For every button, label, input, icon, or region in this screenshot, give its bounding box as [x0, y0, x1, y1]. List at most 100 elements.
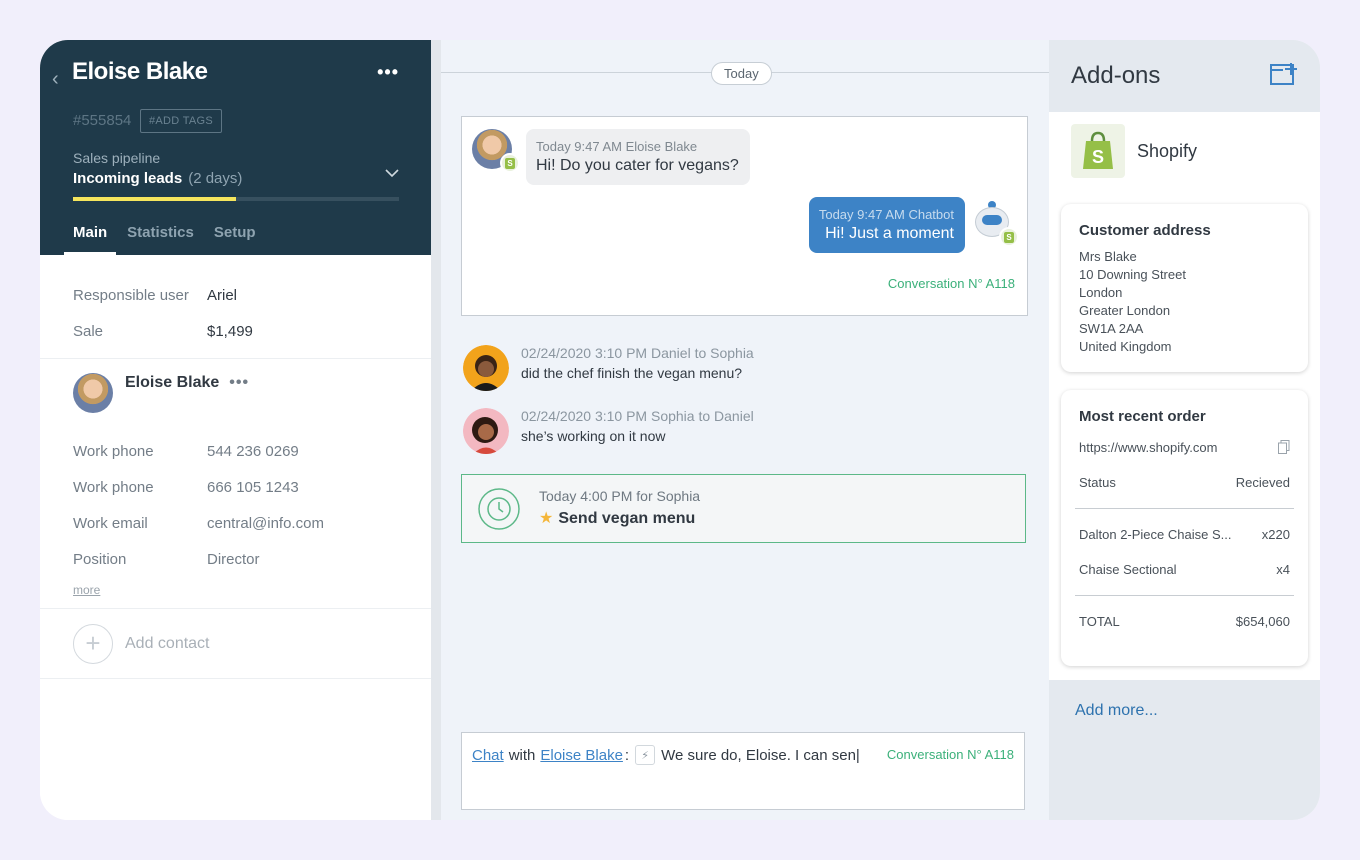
app-window: ‹ Eloise Blake ••• #555854 #ADD TAGS Sal… [40, 40, 1320, 820]
order-status-row: Status Recieved [1079, 475, 1290, 490]
shopify-header: S Shopify [1071, 124, 1197, 178]
avatar [463, 408, 509, 454]
addons-content: S Shopify Customer address Mrs Blake 10 … [1049, 112, 1320, 680]
status-value: Recieved [1235, 475, 1290, 490]
back-chevron-icon[interactable]: ‹ [52, 68, 59, 91]
task-card[interactable]: Today 4:00 PM for Sophia ★ Send vegan men… [461, 474, 1026, 543]
tab-statistics[interactable]: Statistics [118, 224, 203, 255]
field-value[interactable]: Ariel [207, 287, 237, 304]
addons-header: Add-ons [1049, 40, 1320, 112]
pipeline-stage-select[interactable]: Incoming leads (2 days) [73, 170, 242, 187]
more-link[interactable]: more [73, 583, 100, 597]
field-value[interactable]: Director [207, 551, 260, 568]
conversation-link[interactable]: Conversation N° A118 [888, 276, 1015, 291]
contact-name[interactable]: Eloise Blake [125, 374, 219, 392]
field-row: Work phone 544 236 0269 [73, 433, 431, 469]
field-row: Position Director [73, 541, 431, 577]
chat-conversation-card: S Today 9:47 AM Eloise Blake Hi! Do you … [461, 116, 1028, 316]
channel-link[interactable]: Chat [472, 747, 504, 764]
tab-main[interactable]: Main [64, 224, 117, 255]
add-more-link[interactable]: Add more... [1075, 702, 1158, 720]
list-item: 02/24/2020 3:10 PM Sophia to Daniel she’… [463, 408, 754, 454]
message-meta: Today 9:47 AM Eloise Blake [536, 139, 698, 154]
thread-body: 02/24/2020 3:10 PM Sophia to Daniel she’… [521, 408, 754, 454]
colon-label: : [624, 746, 630, 764]
address-line: SW1A 2AA [1079, 321, 1144, 336]
pipeline-stage-duration: (2 days) [188, 170, 243, 187]
order-item-row: Chaise Sectional x4 [1079, 562, 1290, 577]
conversation-link[interactable]: Conversation N° A118 [887, 747, 1014, 762]
message-meta: 02/24/2020 3:10 PM Daniel to Sophia [521, 345, 754, 361]
message-meta: 02/24/2020 3:10 PM Sophia to Daniel [521, 408, 754, 424]
shopify-icon: S [500, 153, 520, 173]
lead-name: Eloise Blake [72, 58, 208, 85]
pipeline-label: Sales pipeline [73, 150, 161, 166]
outgoing-message: Today 9:47 AM Chatbot Hi! Just a moment … [808, 197, 1019, 253]
star-icon: ★ [539, 510, 554, 527]
lead-id: #555854 [73, 112, 132, 129]
list-item: 02/24/2020 3:10 PM Daniel to Sophia did … [463, 345, 754, 391]
avatar: S [472, 129, 520, 173]
field-label: Sale [73, 322, 104, 340]
field-value[interactable]: 544 236 0269 [207, 443, 299, 460]
message-meta: Today 9:47 AM Chatbot [818, 207, 954, 222]
field-label: Work phone [73, 442, 154, 460]
more-dots-icon[interactable]: ••• [377, 62, 399, 83]
item-name: Chaise Sectional [1079, 562, 1177, 577]
contact-more-dots-icon[interactable]: ••• [229, 374, 249, 392]
robot-icon: S [975, 201, 1019, 247]
shopify-icon: S [999, 227, 1019, 247]
field-label: Responsible user [73, 286, 189, 304]
item-qty: x220 [1261, 527, 1290, 542]
field-row: Sale $1,499 [73, 313, 431, 349]
message-text: Hi! Just a moment [825, 225, 954, 242]
add-panel-icon[interactable] [1270, 62, 1298, 86]
field-label: Work email [73, 514, 148, 532]
field-value[interactable]: 666 105 1243 [207, 479, 299, 496]
chevron-down-icon[interactable] [385, 168, 399, 178]
field-label: Work phone [73, 478, 154, 496]
recipient-link[interactable]: Eloise Blake [540, 747, 623, 764]
task-title-text: Send vegan menu [558, 510, 696, 527]
pipeline-progress [73, 197, 399, 201]
tab-setup[interactable]: Setup [205, 224, 265, 255]
status-label: Status [1079, 475, 1116, 490]
composer-line: Chat with Eloise Blake : ⚡ We sure do, E… [472, 745, 860, 765]
message-composer[interactable]: Chat with Eloise Blake : ⚡ We sure do, E… [461, 732, 1025, 810]
contact-header: Eloise Blake ••• [73, 373, 431, 433]
card-title: Customer address [1079, 222, 1211, 239]
shopify-name: Shopify [1137, 140, 1198, 161]
address-line: Mrs Blake [1079, 249, 1137, 264]
bolt-icon[interactable]: ⚡ [635, 745, 656, 765]
total-label: TOTAL [1079, 614, 1120, 629]
order-total-row: TOTAL $654,060 [1079, 614, 1290, 629]
address-line: United Kingdom [1079, 339, 1172, 354]
recent-order-card: Most recent order https://www.shopify.co… [1061, 390, 1308, 666]
addons-title: Add-ons [1071, 62, 1161, 89]
address-line: London [1079, 285, 1123, 300]
field-value[interactable]: $1,499 [207, 323, 253, 340]
message-text: she’s working on it now [521, 428, 666, 444]
copy-icon[interactable] [1278, 440, 1290, 454]
add-contact-button[interactable]: + Add contact [40, 609, 431, 679]
message-text: Hi! Do you cater for vegans? [536, 157, 739, 174]
add-contact-label: Add contact [125, 634, 210, 652]
pipeline-stage-name: Incoming leads [73, 170, 183, 187]
with-label: with [508, 746, 536, 764]
thread-body: 02/24/2020 3:10 PM Daniel to Sophia did … [521, 345, 754, 391]
customer-address-card: Customer address Mrs Blake 10 Downing St… [1061, 204, 1308, 372]
message-input[interactable]: We sure do, Eloise. I can sen| [661, 747, 860, 764]
lead-fields: Responsible user Ariel Sale $1,499 [40, 255, 431, 359]
card-title: Most recent order [1079, 408, 1206, 425]
clock-icon [478, 488, 520, 530]
message-bubble: Today 9:47 AM Eloise Blake Hi! Do you ca… [526, 129, 750, 185]
divider [1075, 508, 1294, 509]
item-qty: x4 [1276, 562, 1290, 577]
field-value[interactable]: central@info.com [207, 515, 324, 532]
field-row: Work email central@info.com [73, 505, 431, 541]
lead-header: ‹ Eloise Blake ••• #555854 #ADD TAGS Sal… [40, 40, 431, 255]
order-url[interactable]: https://www.shopify.com [1079, 440, 1217, 455]
chat-feed: Today S Today 9:47 AM Eloise Blake Hi! D… [431, 40, 1049, 820]
avatar [73, 373, 113, 413]
add-tags-button[interactable]: #ADD TAGS [140, 109, 223, 133]
